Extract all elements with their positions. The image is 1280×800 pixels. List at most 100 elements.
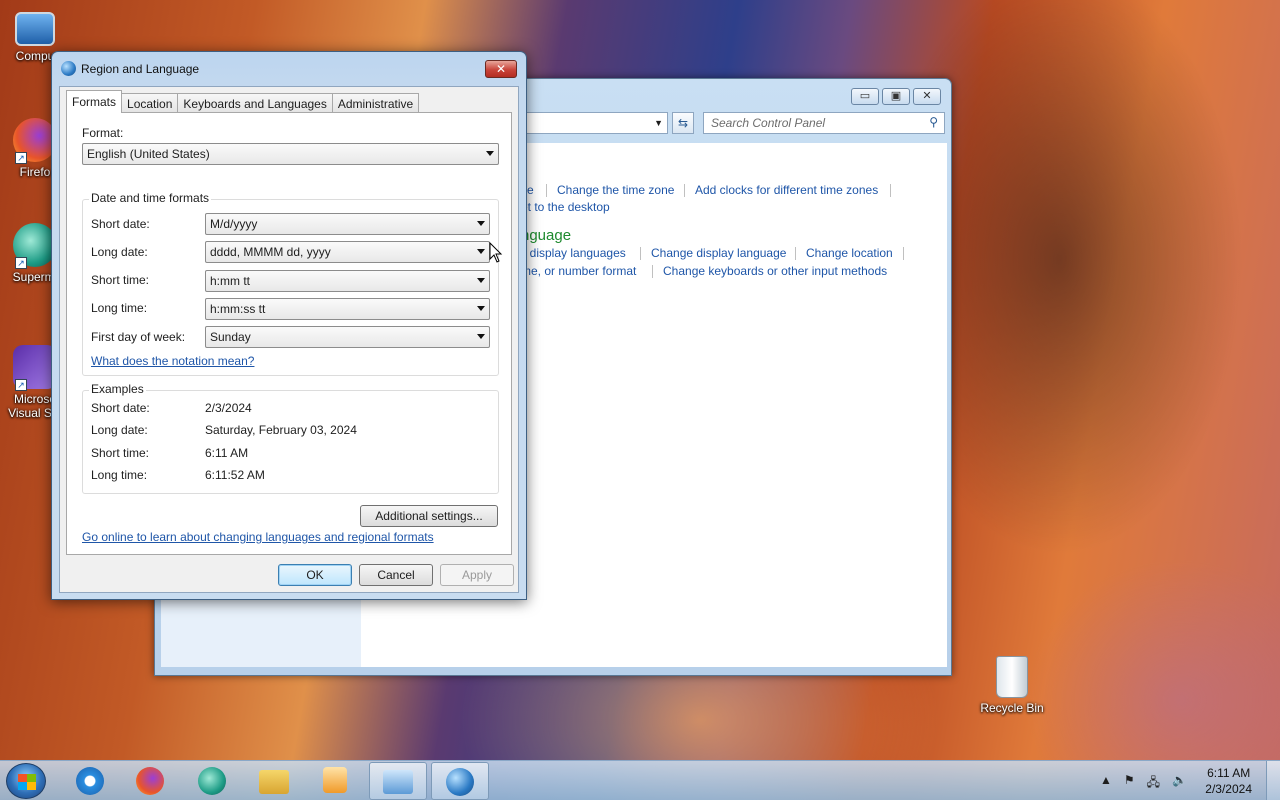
clock-time: 6:11 AM	[1207, 766, 1251, 780]
show-desktop-button[interactable]	[1266, 761, 1280, 800]
first-day-label: First day of week:	[91, 330, 186, 344]
link-separator	[652, 265, 653, 278]
number-format-link[interactable]: me, or number format	[521, 264, 636, 278]
chevron-down-icon	[477, 278, 485, 283]
windows-logo-icon-lower	[18, 782, 36, 790]
tab-administrative[interactable]: Administrative	[331, 93, 420, 113]
region-language-heading[interactable]: nguage	[521, 227, 571, 244]
notation-help-link[interactable]: What does the notation mean?	[91, 354, 254, 368]
minimize-button[interactable]: ▭	[851, 88, 879, 105]
start-button[interactable]	[6, 763, 46, 799]
short-date-value: M/d/yyyy	[210, 217, 258, 231]
short-time-value: h:mm tt	[210, 274, 251, 288]
long-time-label: Long time:	[91, 301, 148, 315]
clock[interactable]: 6:11 AM 2/3/2024	[1205, 765, 1252, 797]
control-panel-icon	[383, 770, 413, 794]
format-label: Format:	[82, 126, 124, 140]
link-separator	[684, 184, 685, 197]
long-time-value: h:mm:ss tt	[210, 302, 266, 316]
desktop-icon-recycle-bin[interactable]: Recycle Bin	[977, 656, 1047, 715]
taskbar-firefox[interactable]	[121, 762, 179, 800]
link-separator	[890, 184, 891, 197]
media-player-icon	[323, 767, 347, 793]
change-location-link[interactable]: Change location	[806, 246, 893, 260]
install-languages-link[interactable]: ll display languages	[521, 246, 626, 260]
example-short-time-label: Short time:	[91, 446, 150, 460]
shortcut-arrow-icon: ↗	[15, 152, 27, 164]
change-time-zone-link[interactable]: Change the time zone	[557, 183, 674, 197]
shortcut-arrow-icon: ↗	[15, 257, 27, 269]
refresh-button[interactable]: ⇆	[672, 112, 694, 134]
search-input[interactable]: Search Control Panel ⚲	[703, 112, 945, 134]
chevron-down-icon[interactable]: ▼	[654, 118, 663, 128]
action-center-flag-icon[interactable]: ⚑	[1124, 773, 1135, 794]
link-separator	[903, 247, 904, 260]
link-separator	[546, 184, 547, 197]
tab-formats[interactable]: Formats	[66, 90, 123, 113]
shortcut-arrow-icon: ↗	[15, 379, 27, 391]
taskbar-control-panel[interactable]	[369, 762, 427, 800]
format-select[interactable]: English (United States)	[82, 143, 499, 165]
long-date-label: Long date:	[91, 245, 148, 259]
computer-icon	[15, 12, 55, 46]
close-button[interactable]: ✕	[913, 88, 941, 105]
address-bar[interactable]: ▼	[515, 112, 668, 134]
change-keyboards-link[interactable]: Change keyboards or other input methods	[663, 264, 887, 278]
window-caption-buttons: ▭ ▣ ✕	[851, 88, 941, 105]
short-time-select[interactable]: h:mm tt	[205, 270, 490, 292]
search-icon[interactable]: ⚲	[929, 115, 938, 129]
volume-muted-icon[interactable]: 🔈	[1172, 773, 1187, 794]
desktop-icon-label: Firefo	[19, 165, 51, 179]
formats-panel: Format: English (United States) Date and…	[66, 112, 512, 555]
long-time-select[interactable]: h:mm:ss tt	[205, 298, 490, 320]
taskbar-media-player[interactable]	[306, 762, 364, 800]
apply-button[interactable]: Apply	[440, 564, 514, 586]
link-separator	[640, 247, 641, 260]
dialog-client-area: Formats Location Keyboards and Languages…	[59, 86, 519, 593]
close-button[interactable]: ✕	[485, 60, 517, 78]
chevron-down-icon	[477, 249, 485, 254]
tab-location[interactable]: Location	[121, 93, 179, 113]
add-clocks-link[interactable]: Add clocks for different time zones	[695, 183, 878, 197]
example-long-date-label: Long date:	[91, 423, 148, 437]
example-short-date-value: 2/3/2024	[205, 401, 252, 415]
taskbar-region-language[interactable]	[431, 762, 489, 800]
gadget-desktop-link[interactable]: et to the desktop	[521, 200, 610, 214]
search-placeholder: Search Control Panel	[711, 116, 826, 130]
example-short-time-value: 6:11 AM	[205, 446, 249, 460]
first-day-value: Sunday	[210, 330, 251, 344]
globe-icon	[61, 61, 76, 76]
tab-keyboards-languages[interactable]: Keyboards and Languages	[177, 93, 333, 113]
date-time-formats-title: Date and time formats	[89, 191, 212, 205]
example-long-time-label: Long time:	[91, 468, 148, 482]
change-display-language-link[interactable]: Change display language	[651, 246, 786, 260]
clock-date: 2/3/2024	[1205, 782, 1252, 796]
additional-settings-button[interactable]: Additional settings...	[360, 505, 498, 527]
long-date-value: dddd, MMMM dd, yyyy	[210, 245, 331, 259]
cancel-button[interactable]: Cancel	[359, 564, 433, 586]
short-date-label: Short date:	[91, 217, 150, 231]
supermium-icon	[198, 767, 226, 795]
maximize-button[interactable]: ▣	[882, 88, 910, 105]
go-online-link[interactable]: Go online to learn about changing langua…	[82, 530, 434, 544]
system-tray: ▲ ⚑ 🖧 🔈	[1100, 773, 1187, 794]
short-time-label: Short time:	[91, 273, 150, 287]
show-hidden-icons-icon[interactable]: ▲	[1100, 773, 1112, 794]
file-explorer-icon	[259, 770, 289, 794]
tab-strip: Formats Location Keyboards and Languages…	[66, 90, 420, 113]
taskbar-internet-explorer[interactable]	[61, 762, 119, 800]
network-icon[interactable]: 🖧	[1147, 773, 1160, 794]
example-long-time-value: 6:11:52 AM	[205, 468, 265, 482]
link-separator	[795, 247, 796, 260]
ok-button[interactable]: OK	[278, 564, 352, 586]
first-day-select[interactable]: Sunday	[205, 326, 490, 348]
short-date-select[interactable]: M/d/yyyy	[205, 213, 490, 235]
examples-title: Examples	[89, 382, 146, 396]
example-long-date-value: Saturday, February 03, 2024	[205, 423, 357, 437]
region-language-icon	[446, 768, 474, 796]
taskbar-supermium[interactable]	[183, 762, 241, 800]
long-date-select[interactable]: dddd, MMMM dd, yyyy	[205, 241, 490, 263]
taskbar-file-explorer[interactable]	[245, 762, 303, 800]
desktop-icon-label: Recycle Bin	[980, 701, 1044, 715]
format-select-value: English (United States)	[87, 147, 210, 161]
